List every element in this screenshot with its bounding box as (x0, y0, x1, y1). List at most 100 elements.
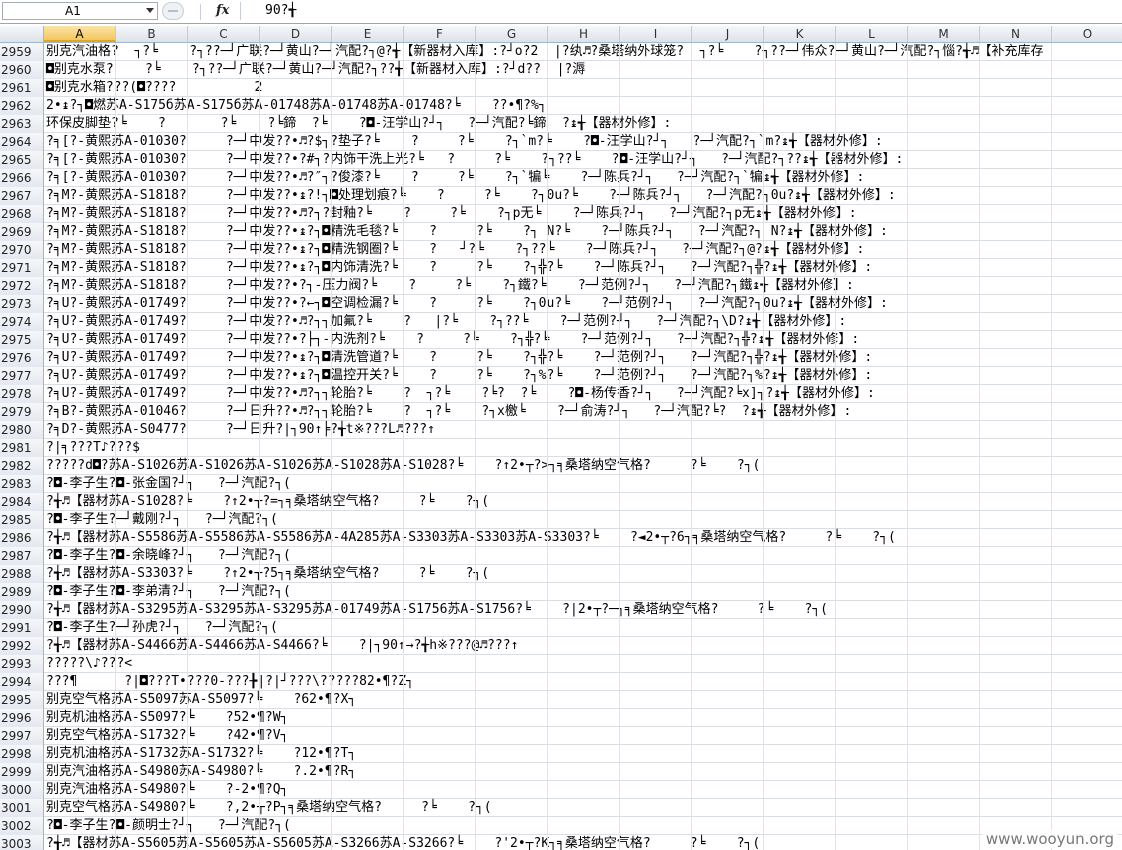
cell-a[interactable]: ?╕U?-黄熙苏A-01749? ?─┘中发??•↨?┐◘清洗管道?╘ ? ?╘… (46, 349, 872, 367)
cell-a[interactable]: 别克机油格苏A-S1732苏A-S1732?╘ ?12•¶?T┐ (46, 745, 356, 763)
cell-a[interactable]: ?╕M?-黄熙苏A-S1818? ?─┘中发??•↨?┐◘内饰清洗?╘ ? ?╘… (46, 259, 872, 277)
column-header-g[interactable]: G (476, 26, 548, 42)
row-header[interactable]: 2969 (0, 223, 44, 241)
row-header[interactable]: 2993 (0, 655, 44, 673)
cell-a[interactable]: ?╕M?-黄熙苏A-S1818? ?─┘中发??•↨?┐◘精洗毛毯?╘ ? ?╘… (46, 223, 888, 241)
cell-a[interactable]: ?╕U?-黄熙苏A-01749? ?─┘中发??•♬?┐┐轮胎?╘ ? ┐?╘ … (46, 385, 875, 403)
cell-a[interactable]: ?╕U?-黄熙苏A-01749? ?─┘中发??•♬?┐┐加氟?╘ ? |?╘ … (46, 313, 846, 331)
cell-a[interactable]: 别克汽油格苏A-S4980苏A-S4980?╘ ?.2•¶?R┐ (46, 763, 356, 781)
cell-a[interactable]: 环保皮脚垫?╘ ? ?╘ ?╘鍗 ?╘ ?◘-汪学山?┘┐ ?─┘汽配?╘鍗 ?… (46, 115, 671, 133)
row-header[interactable]: 2991 (0, 619, 44, 637)
column-header-c[interactable]: C (188, 26, 260, 42)
cell-a[interactable]: ?╕[?-黄熙苏A-01030? ?─┘中发??•♬?″┐?俊漆?╘ ? ?╘ … (46, 169, 864, 187)
row-header[interactable]: 2983 (0, 475, 44, 493)
cell-a[interactable]: ?╅♬【器材苏A-S3303?╘ ?↑2•┬?5┐╕桑塔纳空气格? ?╘ ?┐( (46, 565, 489, 583)
row-header[interactable]: 3002 (0, 817, 44, 835)
cell-a[interactable]: ?◘-李子生?◘-李弟清?┘┐ ?─┘汽配?┐( (46, 583, 291, 601)
row-header[interactable]: 3000 (0, 781, 44, 799)
column-header-i[interactable]: I (620, 26, 692, 42)
row-header[interactable]: 2966 (0, 169, 44, 187)
row-header[interactable]: 2967 (0, 187, 44, 205)
row-header[interactable]: 2975 (0, 331, 44, 349)
row-header[interactable]: 2971 (0, 259, 44, 277)
cell-a[interactable]: 别克空气格苏A-S1732?╘ ?42•¶?V┐ (46, 727, 288, 745)
row-header[interactable]: 2974 (0, 313, 44, 331)
row-header[interactable]: 2970 (0, 241, 44, 259)
cell-a[interactable]: ???¶ ?|◘???T•???0-???╊|?|┘???\?????82•¶?… (46, 673, 414, 691)
cell-a[interactable]: ?╕D?-黄熙苏A-S0477? ?─┘日升?|┐90↑╞?╅t※???L♬??… (46, 421, 435, 439)
cell-a[interactable]: ?╅♬【器材苏A-S4466苏A-S4466苏A-S4466?╘ ?|┐90↑→… (46, 637, 518, 655)
row-header[interactable]: 2982 (0, 457, 44, 475)
row-header[interactable]: 2965 (0, 151, 44, 169)
chevron-down-icon[interactable] (146, 8, 154, 13)
cell-a[interactable]: ?╕U?-黄熙苏A-01749? ?─┘中发??•?├┐-内洗剂?╘ ? ?╘ … (46, 331, 859, 349)
cell-a[interactable]: ?◘-李子生?─┘孙虎?┘┐ ?─┘汽配?┐( (46, 619, 278, 637)
cell-a[interactable]: ◘别克水箱???(◘???? 2 (46, 79, 262, 97)
name-box[interactable]: A1 (2, 2, 158, 20)
row-header[interactable]: 2985 (0, 511, 44, 529)
cell-a[interactable]: ?◘-李子生?◘-颜明士?┘┐ ?─┘汽配?┐( (46, 817, 291, 835)
cell-a[interactable]: ?╕U?-黄熙苏A-01749? ?─┘中发??•↨?┐◘温控开关?╘ ? ?╘… (46, 367, 872, 385)
row-header[interactable]: 2992 (0, 637, 44, 655)
row-header[interactable]: 2999 (0, 763, 44, 781)
formula-collapse-button[interactable] (162, 2, 184, 20)
row-header[interactable]: 2976 (0, 349, 44, 367)
row-header[interactable]: 2988 (0, 565, 44, 583)
formula-input[interactable]: 90?╅ (240, 2, 1118, 20)
cell-a[interactable]: ?╕B?-黄熙苏A-01046? ?─┘日升??•♬?┐┐轮胎?╘ ? ┐?╘ … (46, 403, 851, 421)
cell-a[interactable]: ?╕U?-黄熙苏A-01749? ?─┘中发??•?←┐◘空调检漏?╘ ? ?╘… (46, 295, 888, 313)
row-header[interactable]: 2996 (0, 709, 44, 727)
cell-a[interactable]: ?╕M?-黄熙苏A-S1818? ?─┘中发??•↨?┐◘精洗钢圈?╘ ? ┘?… (46, 241, 864, 259)
column-header-n[interactable]: N (980, 26, 1052, 42)
row-header[interactable]: 2972 (0, 277, 44, 295)
cell-a[interactable]: ◘别克水泵? ?╘ ?┐??─┘广联?─┘黄山?─┘汽配?┐??╅【新器材入库】… (46, 61, 585, 79)
column-header-o[interactable]: O (1052, 26, 1122, 42)
row-header[interactable]: 3001 (0, 799, 44, 817)
row-header[interactable]: 2968 (0, 205, 44, 223)
row-header[interactable]: 2980 (0, 421, 44, 439)
cell-a[interactable]: ?|╕???T♪???$ (46, 439, 140, 457)
cell-a[interactable]: ?◘-李子生?◘-余晓峰?┘┐ ?─┘汽配?┐( (46, 547, 291, 565)
row-header[interactable]: 2973 (0, 295, 44, 313)
cell-a[interactable]: 2•↨?┐◘燃苏A-S175б苏A-S175б苏A-01748苏A-01748苏… (46, 97, 547, 115)
cell-a[interactable]: 别克汽油格? ┐?╘ ?┐??─┘广联?─┘黄山?─┘汽配?┐@?╅【新器材入库… (46, 43, 1044, 61)
row-header[interactable]: 3003 (0, 835, 44, 850)
cell-a[interactable]: 别克空气格苏A-S5097苏A-S5097?╘ ?62•¶?X┐ (46, 691, 356, 709)
row-header[interactable]: 2995 (0, 691, 44, 709)
row-header[interactable]: 2977 (0, 367, 44, 385)
row-header[interactable]: 2979 (0, 403, 44, 421)
column-header-j[interactable]: J (692, 26, 764, 42)
row-header[interactable]: 2960 (0, 61, 44, 79)
cell-a[interactable]: ?╅♬【器材苏A-S1028?╘ ?↑2•┬?=┐╕桑塔纳空气格? ?╘ ?┐( (46, 493, 489, 511)
cell-a[interactable]: 别克空气格苏A-S4980?╘ ?,2•┬?P┐╕桑塔纳空气格? ?╘ ?┐( (46, 799, 492, 817)
cell-a[interactable]: 别克汽油格苏A-S4980?╘ ?-2•¶?Q┐ (46, 781, 288, 799)
row-header[interactable]: 2964 (0, 133, 44, 151)
column-header-h[interactable]: H (548, 26, 620, 42)
cell-a[interactable]: ?╅♬【器材苏A-S3295苏A-S3295苏A-S3295苏A-01749苏A… (46, 601, 828, 619)
column-header-m[interactable]: M (908, 26, 980, 42)
row-header[interactable]: 2986 (0, 529, 44, 547)
row-header[interactable]: 2959 (0, 43, 44, 61)
column-header-a[interactable]: A (44, 26, 116, 42)
row-header[interactable]: 2989 (0, 583, 44, 601)
row-header[interactable]: 2963 (0, 115, 44, 133)
row-header[interactable]: 2961 (0, 79, 44, 97)
column-header-l[interactable]: L (836, 26, 908, 42)
row-header[interactable]: 2987 (0, 547, 44, 565)
column-header-f[interactable]: F (404, 26, 476, 42)
cell-a[interactable]: ?◘-李子生?─┘戴刚?┘┐ ?─┘汽配?┐( (46, 511, 278, 529)
cell-a[interactable]: ?╕M?-黄熙苏A-S1818? ?─┘中发??•♬?┐?封釉?╘ ? ?╘ ?… (46, 205, 857, 223)
cell-a[interactable]: ?╅♬【器材苏A-S5586苏A-S5586苏A-S5586苏A-4A285苏A… (46, 529, 896, 547)
cell-a[interactable]: ?????\♪???< (46, 655, 132, 673)
column-header-d[interactable]: D (260, 26, 332, 42)
row-header[interactable]: 2990 (0, 601, 44, 619)
row-header[interactable]: 2994 (0, 673, 44, 691)
row-header[interactable]: 2962 (0, 97, 44, 115)
column-header-b[interactable]: B (116, 26, 188, 42)
row-header[interactable]: 2978 (0, 385, 44, 403)
cell-a[interactable]: ?╕[?-黄熙苏A-01030? ?─┘中发??•♬?$┐?垫子?╘ ? ?╘ … (46, 133, 883, 151)
row-header[interactable]: 2997 (0, 727, 44, 745)
cell-a[interactable]: ?╕M?-黄熙苏A-S1818? ?─┘中发??•?┐-压力阀?╘ ? ?╘ ?… (46, 277, 854, 295)
column-header-e[interactable]: E (332, 26, 404, 42)
cell-a[interactable]: ?╕M?-黄熙苏A-S1818? ?─┘中发??•↨?!┐◘处理划痕?╘ ? ?… (46, 187, 896, 205)
